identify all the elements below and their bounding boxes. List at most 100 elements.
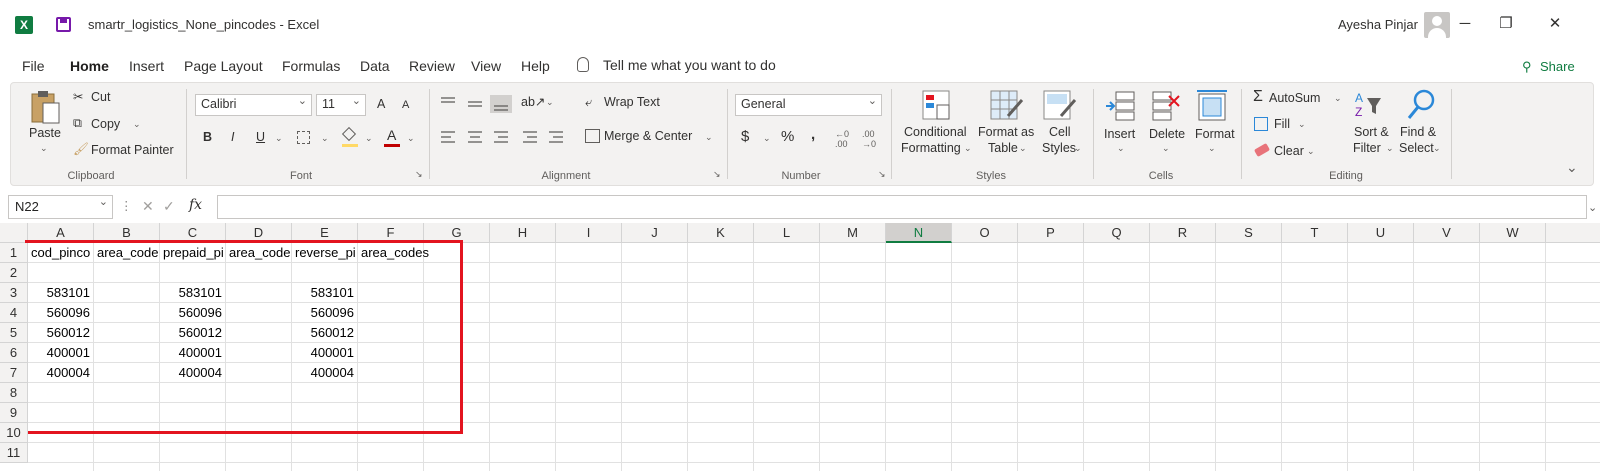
menu-file[interactable]: File [22,58,45,74]
column-header-h[interactable]: H [490,223,556,243]
font-size-select[interactable]: 11 [316,94,366,116]
column-header-p[interactable]: P [1018,223,1084,243]
merge-dropdown-icon[interactable]: ⌄ [705,132,713,143]
sort-dropdown-icon[interactable]: ⌄ [1386,143,1394,154]
select-all-corner[interactable] [0,223,28,243]
fill-button[interactable]: Fill [1274,117,1290,131]
column-header-i[interactable]: I [556,223,622,243]
close-button[interactable]: ✕ [1545,14,1565,34]
row-header-3[interactable]: 3 [0,283,28,303]
column-header-j[interactable]: J [622,223,688,243]
column-header-w[interactable]: W [1480,223,1546,243]
column-header-u[interactable]: U [1348,223,1414,243]
insert-cells-button[interactable]: Insert [1104,127,1135,141]
formula-input[interactable] [217,195,1587,219]
tell-me-search[interactable]: Tell me what you want to do [603,57,776,73]
row-header-6[interactable]: 6 [0,343,28,363]
wrap-text-button[interactable]: Wrap Text [604,95,660,109]
avatar[interactable] [1424,12,1450,38]
menu-help[interactable]: Help [521,58,550,74]
font-name-select[interactable]: Calibri [195,94,312,116]
column-header-v[interactable]: V [1414,223,1480,243]
column-header-r[interactable]: R [1150,223,1216,243]
fill-color-dropdown-icon[interactable]: ⌄ [365,133,373,144]
bold-button[interactable]: B [203,130,212,144]
cancel-formula-icon[interactable]: ✕ [142,198,154,215]
row-header-10[interactable]: 10 [0,423,28,443]
column-header-m[interactable]: M [820,223,886,243]
enter-formula-icon[interactable]: ✓ [163,198,175,215]
copy-dropdown-icon[interactable]: ⌄ [133,119,141,130]
row-header-8[interactable]: 8 [0,383,28,403]
menu-review[interactable]: Review [409,58,455,74]
menu-view[interactable]: View [471,58,501,74]
borders-dropdown-icon[interactable]: ⌄ [321,133,329,144]
clear-button[interactable]: Clear [1274,144,1304,158]
autosum-button[interactable]: AutoSum [1269,91,1320,105]
italic-button[interactable]: I [231,130,234,144]
collapse-ribbon-icon[interactable]: ⌄ [1566,159,1578,176]
find-dropdown-icon[interactable]: ⌄ [1433,143,1441,154]
fill-color-icon[interactable] [341,126,358,147]
sort-filter-button[interactable]: Sort & [1354,125,1389,139]
underline-button[interactable]: U [256,130,265,144]
cell-styles-dropdown-icon[interactable]: ⌄ [1074,143,1082,154]
shrink-font-button[interactable]: A [402,99,409,111]
save-icon[interactable] [56,17,71,32]
conditional-formatting-button[interactable]: Conditional [904,125,967,139]
orientation-dropdown-icon[interactable]: ⌄ [546,97,554,108]
currency-button[interactable]: $ [741,128,749,145]
decrease-decimal-button[interactable]: .00 →0 [862,129,884,149]
vertical-align-icons[interactable] [439,95,529,113]
font-dialog-launcher-icon[interactable]: ↘ [415,169,423,180]
grow-font-button[interactable]: A [377,97,385,111]
menu-data[interactable]: Data [360,58,390,74]
increase-decimal-button[interactable]: ←0 .00 [835,129,857,149]
column-header-t[interactable]: T [1282,223,1348,243]
font-color-icon[interactable]: A [384,127,400,147]
column-header-s[interactable]: S [1216,223,1282,243]
row-header-5[interactable]: 5 [0,323,28,343]
row-header-11[interactable]: 11 [0,443,28,463]
row-header-1[interactable]: 1 [0,243,28,263]
minimize-button[interactable]: ─ [1455,14,1475,34]
menu-insert[interactable]: Insert [129,58,164,74]
format-painter-button[interactable]: Format Painter [91,143,174,157]
menu-home[interactable]: Home [70,58,109,74]
paste-dropdown-icon[interactable]: ⌄ [40,143,48,154]
delete-dropdown-icon[interactable]: ⌄ [1162,143,1170,154]
fill-dropdown-icon[interactable]: ⌄ [1298,119,1306,130]
horizontal-align-icons[interactable] [439,129,569,145]
format-dropdown-icon[interactable]: ⌄ [1208,143,1216,154]
comma-button[interactable]: , [811,126,815,143]
row-header-7[interactable]: 7 [0,363,28,383]
name-box[interactable]: N22 [8,195,113,219]
expand-formula-bar-icon[interactable]: ⌄ [1588,201,1597,214]
number-format-select[interactable]: General [735,94,882,116]
cell-styles-button[interactable]: Cell [1049,125,1071,139]
column-header-l[interactable]: L [754,223,820,243]
menu-page-layout[interactable]: Page Layout [184,58,263,74]
user-name[interactable]: Ayesha Pinjar [1338,17,1418,32]
row-header-9[interactable]: 9 [0,403,28,423]
restore-button[interactable]: ❐ [1496,14,1516,34]
format-cells-button[interactable]: Format [1195,127,1235,141]
underline-dropdown-icon[interactable]: ⌄ [275,133,283,144]
format-as-table-button[interactable]: Format as [978,125,1034,139]
find-select-button[interactable]: Find & [1400,125,1436,139]
row-header-2[interactable]: 2 [0,263,28,283]
conditional-dropdown-icon[interactable]: ⌄ [964,143,972,154]
insert-dropdown-icon[interactable]: ⌄ [1117,143,1125,154]
orientation-icon[interactable]: ab↗ [521,94,545,109]
cut-button[interactable]: Cut [91,90,110,104]
row-header-4[interactable]: 4 [0,303,28,323]
column-header-k[interactable]: K [688,223,754,243]
menu-formulas[interactable]: Formulas [282,58,340,74]
column-header-o[interactable]: O [952,223,1018,243]
format-table-dropdown-icon[interactable]: ⌄ [1019,143,1027,154]
copy-button[interactable]: Copy [91,117,120,131]
paste-button[interactable]: Paste [29,126,61,140]
percent-button[interactable]: % [781,128,794,145]
column-header-q[interactable]: Q [1084,223,1150,243]
autosum-dropdown-icon[interactable]: ⌄ [1334,93,1342,104]
